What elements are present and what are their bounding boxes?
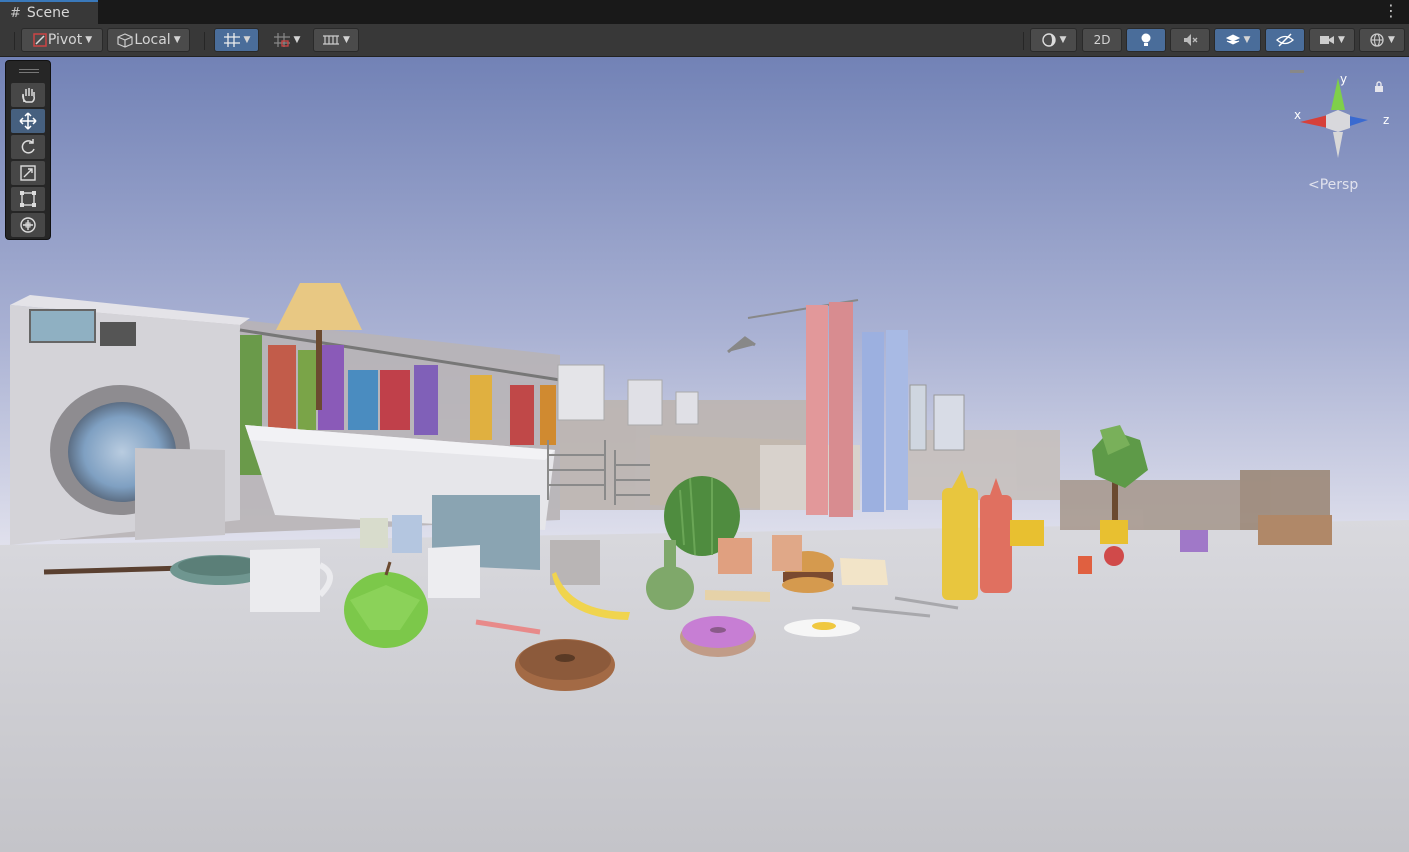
fried-egg bbox=[784, 619, 860, 637]
chevron-down-icon: ▼ bbox=[293, 35, 301, 45]
pink-donut bbox=[680, 616, 756, 657]
chevron-down-icon: ▼ bbox=[243, 35, 251, 45]
refrigerator bbox=[135, 448, 225, 540]
incremental-snap-toggle[interactable]: ▼ bbox=[263, 28, 310, 52]
gizmo-x-label: x bbox=[1294, 108, 1302, 122]
gizmo-globe-icon bbox=[1370, 33, 1384, 47]
local-dropdown[interactable]: Local ▼ bbox=[107, 28, 190, 52]
lighting-toggle[interactable] bbox=[1126, 28, 1166, 52]
cake-slice bbox=[840, 558, 888, 585]
bread-slice bbox=[705, 590, 770, 602]
rotate-tool-button[interactable] bbox=[11, 135, 45, 159]
chevron-down-icon: ▼ bbox=[173, 35, 181, 45]
chevron-down-icon: ▼ bbox=[1059, 35, 1067, 45]
mode-2d-toggle[interactable]: 2D bbox=[1082, 28, 1122, 52]
chevron-down-icon: ▼ bbox=[1388, 35, 1395, 45]
mute-speaker-icon bbox=[1184, 34, 1198, 46]
projection-toggle[interactable]: <Persp bbox=[1308, 177, 1358, 193]
incremental-snap-icon bbox=[273, 33, 290, 47]
rotate-icon bbox=[21, 139, 35, 154]
chocolate-donut bbox=[515, 639, 615, 691]
scale-tool-button[interactable] bbox=[11, 161, 45, 185]
mode-2d-label: 2D bbox=[1093, 33, 1111, 47]
scene-viewport[interactable] bbox=[0, 57, 1409, 852]
move-tool-button[interactable] bbox=[11, 109, 45, 133]
shading-sphere-icon bbox=[1041, 33, 1056, 47]
shading-mode-dropdown[interactable]: ▼ bbox=[1030, 28, 1077, 52]
chevron-down-icon: ▼ bbox=[1243, 35, 1251, 45]
layers-effects-icon bbox=[1225, 34, 1240, 45]
move-arrows-icon bbox=[19, 112, 37, 130]
ruler-icon bbox=[323, 35, 340, 45]
scene-render bbox=[0, 57, 1409, 852]
scene-toolbar: Pivot ▼ Local ▼ ▼ ▼ ▼ ▼ 2D ▼ ▼ ▼ bbox=[0, 24, 1409, 57]
hash-icon: # bbox=[10, 5, 21, 21]
chevron-down-icon: ▼ bbox=[1338, 35, 1345, 45]
rect-transform-icon bbox=[20, 191, 36, 207]
camera-dropdown[interactable]: ▼ bbox=[1309, 28, 1355, 52]
hand-tool-button[interactable] bbox=[11, 83, 45, 107]
chevron-left-icon: < bbox=[1308, 177, 1320, 193]
hidden-objects-toggle[interactable] bbox=[1265, 28, 1305, 52]
gizmo-y-label: y bbox=[1340, 72, 1348, 86]
local-label: Local bbox=[134, 32, 171, 48]
transform-tool-button[interactable] bbox=[11, 213, 45, 237]
hand-icon bbox=[22, 88, 35, 103]
pivot-label: Pivot bbox=[47, 32, 83, 48]
toolbar-grip bbox=[14, 32, 15, 50]
lightbulb-icon bbox=[1141, 33, 1151, 46]
chevron-down-icon: ▼ bbox=[343, 35, 350, 45]
camera-icon bbox=[1320, 36, 1335, 44]
gizmos-dropdown[interactable]: ▼ bbox=[1359, 28, 1405, 52]
align-dropdown[interactable]: ▼ bbox=[313, 28, 359, 52]
rect-tool-button[interactable] bbox=[11, 187, 45, 211]
effects-dropdown[interactable]: ▼ bbox=[1214, 28, 1261, 52]
kebab-menu-icon[interactable]: ⋮ bbox=[1383, 3, 1399, 19]
toolbar-separator bbox=[1023, 32, 1024, 50]
tab-scene-label: Scene bbox=[26, 5, 70, 21]
eye-hidden-icon bbox=[1276, 33, 1294, 47]
tab-bar: # Scene ⋮ bbox=[0, 0, 1409, 24]
projection-label: Persp bbox=[1319, 177, 1359, 193]
gizmo-z-label: z bbox=[1383, 113, 1390, 127]
grid-snap-icon bbox=[223, 33, 240, 47]
grid-snap-toggle[interactable]: ▼ bbox=[214, 28, 259, 52]
local-cube-icon bbox=[117, 33, 133, 48]
transform-icon bbox=[20, 217, 36, 233]
chevron-down-icon: ▼ bbox=[85, 35, 93, 45]
scale-icon bbox=[20, 165, 36, 181]
tools-overlay bbox=[5, 60, 51, 240]
pivot-icon bbox=[33, 33, 47, 47]
pivot-dropdown[interactable]: Pivot ▼ bbox=[21, 28, 103, 52]
audio-toggle[interactable] bbox=[1170, 28, 1210, 52]
toolbar-separator bbox=[204, 32, 205, 50]
lock-icon[interactable] bbox=[1374, 78, 1384, 97]
overlay-grip[interactable] bbox=[19, 69, 39, 70]
tab-scene[interactable]: # Scene bbox=[0, 0, 98, 24]
